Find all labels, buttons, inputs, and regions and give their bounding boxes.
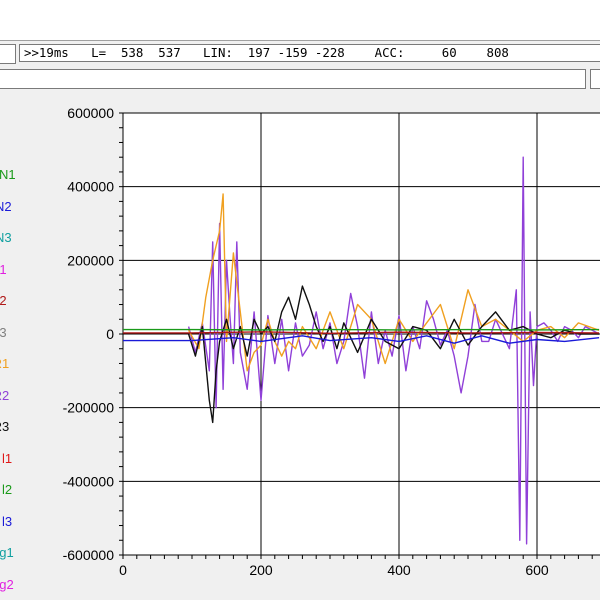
status-bar: >>19ms L= 538 537 LIN: 197 -159 -228 ACC… (0, 41, 600, 65)
input-row (0, 65, 600, 95)
x-tick-label: 0 (119, 562, 127, 578)
x-tick-label: 600 (525, 562, 549, 578)
y-tick-label: -400000 (63, 473, 115, 489)
x-tick-label: 400 (387, 562, 411, 578)
y-tick-label: -200000 (63, 400, 115, 416)
y-tick-label: 400000 (67, 179, 114, 195)
plot-area: N1N2N3C1C2C3YR1YR2YR3l1l2l3ag1ag2 600000… (0, 95, 600, 600)
side-button[interactable] (590, 69, 600, 89)
y-tick-label: 600000 (67, 105, 114, 121)
x-tick-label: 200 (249, 562, 273, 578)
status-left-box (0, 44, 16, 64)
y-tick-label: -600000 (63, 547, 115, 563)
status-readout: >>19ms L= 538 537 LIN: 197 -159 -228 ACC… (19, 44, 600, 62)
y-tick-label: 200000 (67, 252, 114, 268)
y-tick-label: 0 (106, 326, 114, 342)
line-chart: 600000 400000 200000 0 -200000 -400000 -600000… (63, 105, 600, 578)
command-input[interactable] (0, 69, 586, 89)
window-top-area (0, 0, 600, 40)
